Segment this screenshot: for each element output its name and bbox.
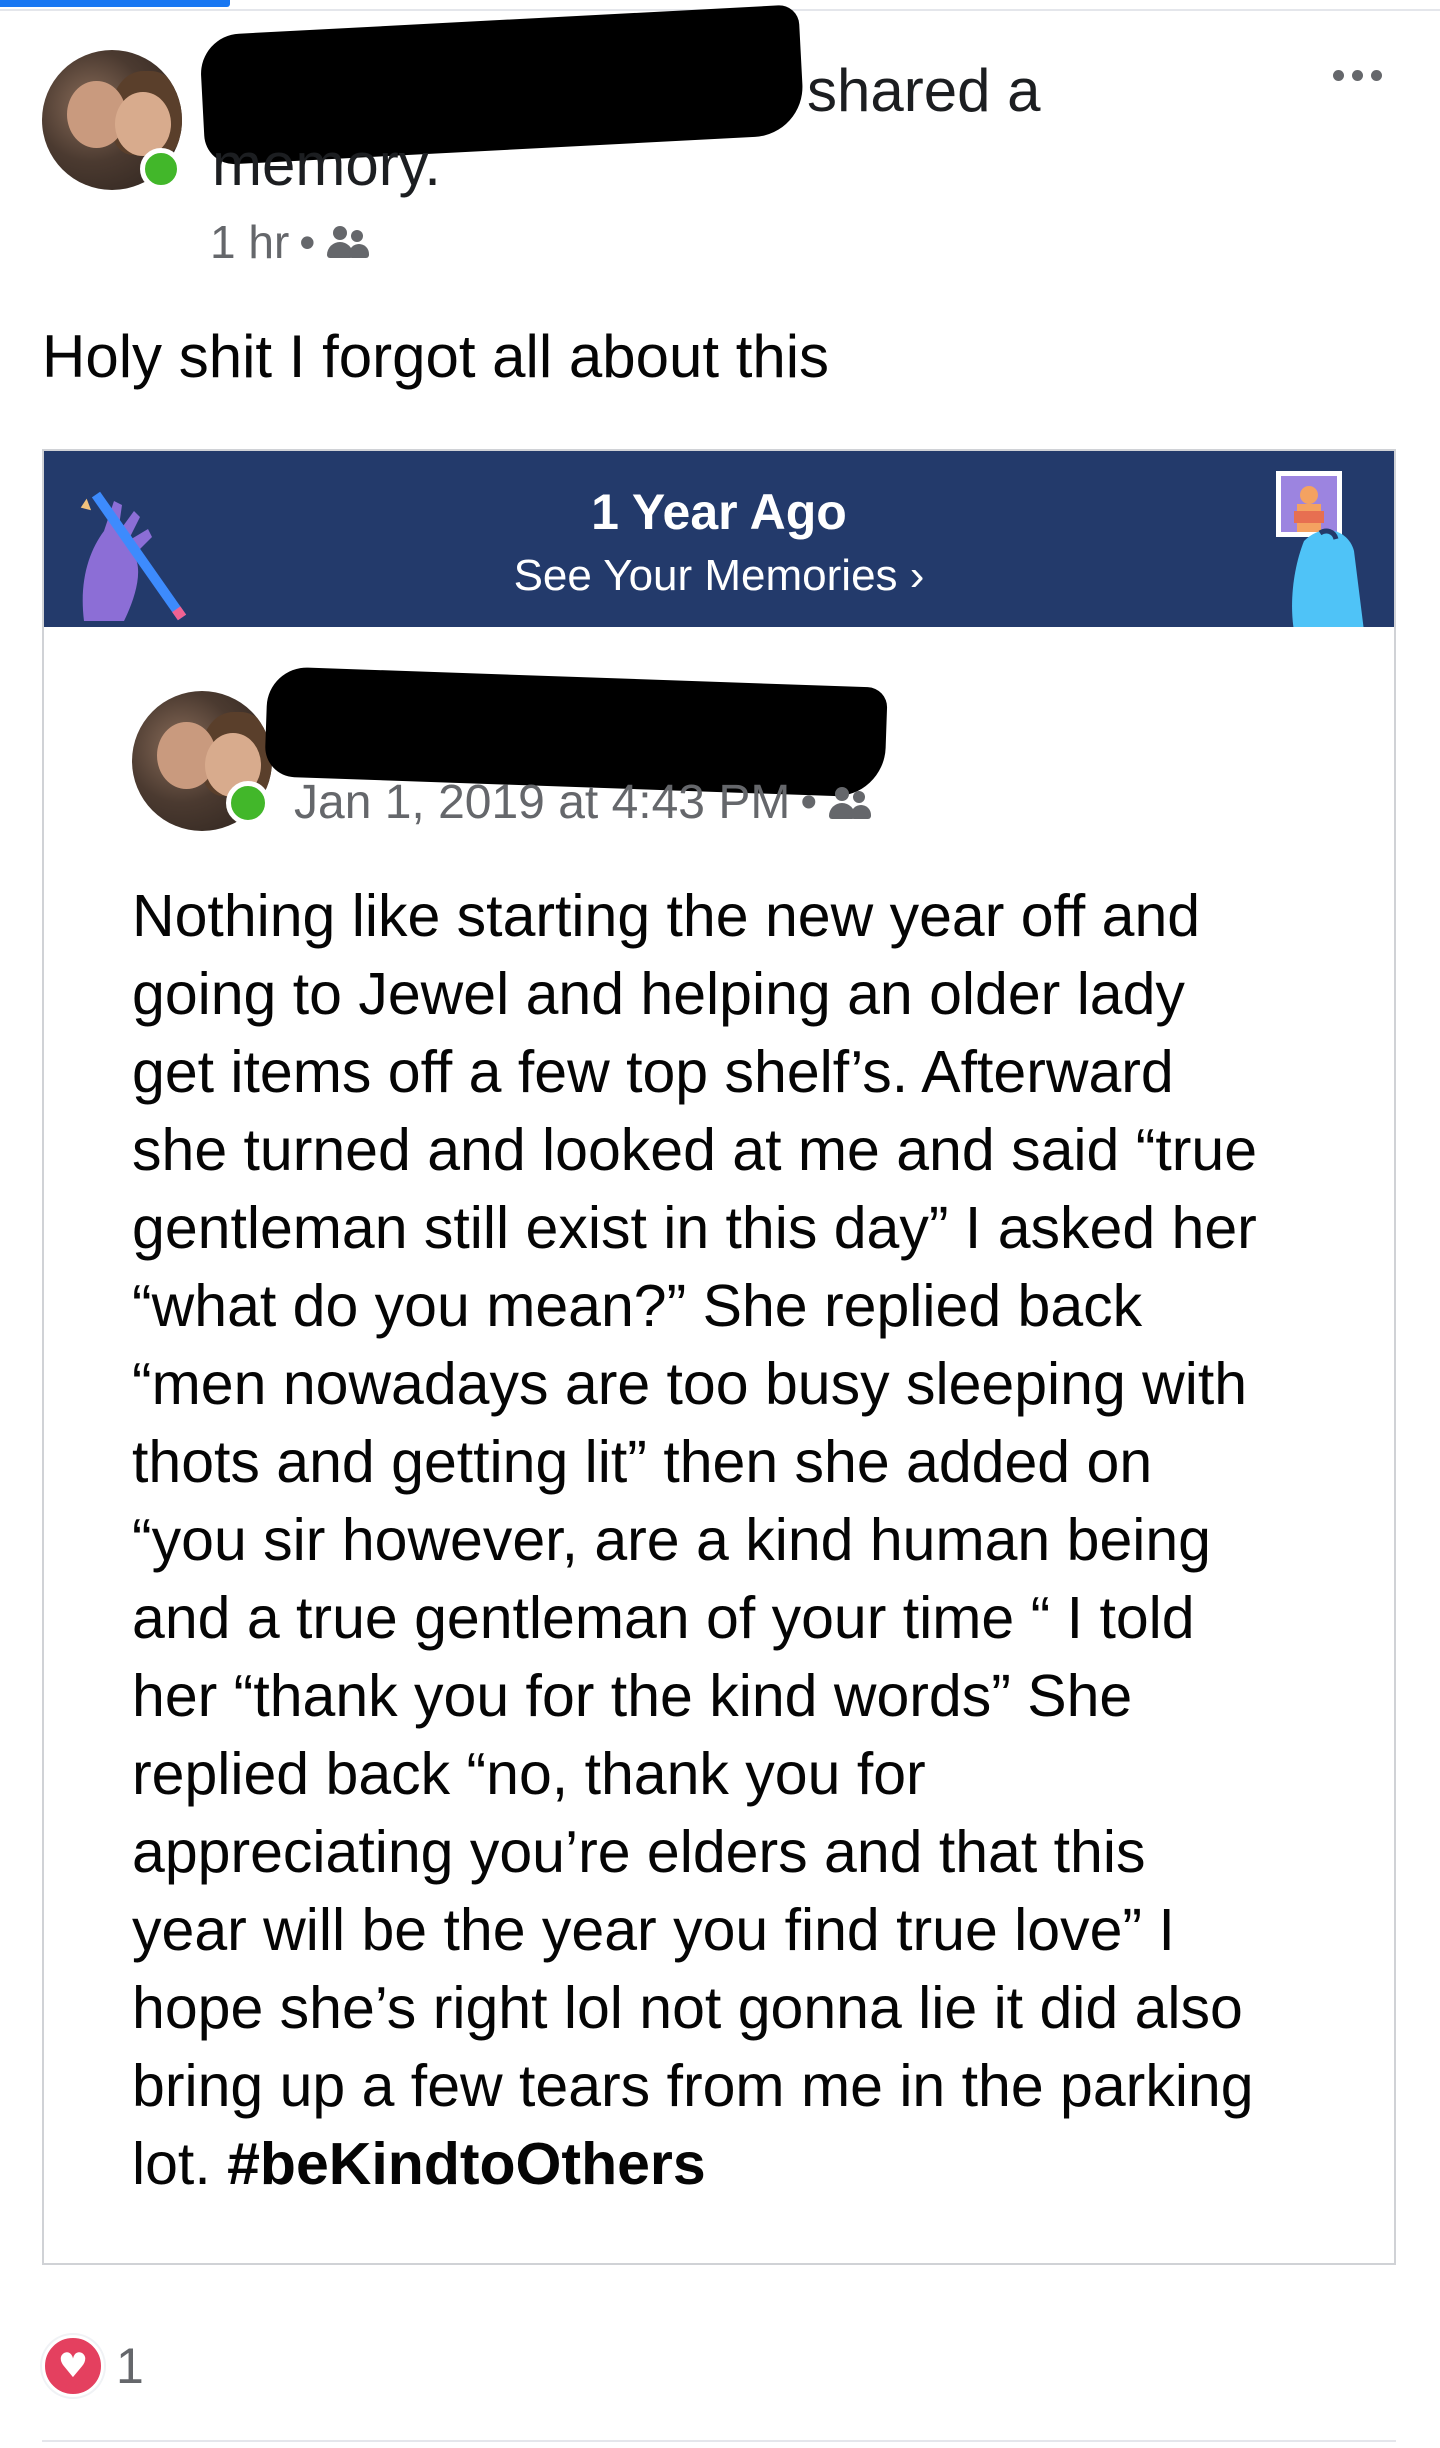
- memory-banner[interactable]: 1 Year Ago See Your Memories ›: [44, 451, 1394, 627]
- body-line: hope she’s right lol not gonna lie it di…: [132, 1975, 1243, 2041]
- body-line: “what do you mean?” She replied back: [132, 1273, 1143, 1339]
- body-last-line: lot. #beKindtoOthers: [132, 2125, 1362, 2203]
- post-header: shared a memory. 1 hr •: [42, 4, 1402, 270]
- hashtag-link[interactable]: #beKindtoOthers: [227, 2131, 706, 2197]
- online-status-indicator: [140, 148, 182, 190]
- body-line: “men nowadays are too busy sleeping with: [132, 1351, 1248, 1417]
- body-line: “you sir however, are a kind human being: [132, 1507, 1211, 1573]
- body-line: her “thank you for the kind words” She: [132, 1663, 1133, 1729]
- see-your-memories-link[interactable]: See Your Memories ›: [44, 551, 1394, 601]
- body-line-prefix: lot.: [132, 2131, 228, 2197]
- friends-audience-icon[interactable]: [325, 224, 370, 260]
- body-line: replied back “no, thank you for: [132, 1741, 926, 1807]
- memory-post-meta: Jan 1, 2019 at 4:43 PM •: [294, 775, 872, 830]
- body-line: get items off a few top shelf’s. Afterwa…: [132, 1039, 1174, 1105]
- bottom-divider: [42, 2440, 1396, 2442]
- photo-hand-illustration-icon: [1276, 471, 1364, 627]
- friends-audience-icon[interactable]: [827, 785, 872, 821]
- memory-post: Jan 1, 2019 at 4:43 PM • Nothing like st…: [44, 627, 1394, 2263]
- meta-separator: •: [299, 216, 316, 268]
- redacted-author-name: [199, 4, 805, 166]
- top-tab-indicator: [0, 0, 230, 7]
- body-line: gentleman still exist in this day” I ask…: [132, 1195, 1257, 1261]
- body-line: going to Jewel and helping an older lady: [132, 961, 1185, 1027]
- reactions-summary[interactable]: ♥ 1: [42, 2335, 144, 2397]
- body-line: bring up a few tears from me in the park…: [132, 2053, 1254, 2119]
- memory-online-status-indicator: [226, 781, 270, 825]
- reaction-count: 1: [116, 2338, 144, 2394]
- love-reaction-icon: ♥: [42, 2335, 104, 2397]
- post-caption: Holy shit I forgot all about this: [42, 323, 830, 390]
- meta-separator: •: [800, 776, 818, 829]
- post-meta: 1 hr •: [210, 215, 370, 269]
- body-line: she turned and looked at me and said “tr…: [132, 1117, 1258, 1183]
- body-line: Nothing like starting the new year off a…: [132, 883, 1201, 949]
- author-action-text: shared a: [807, 57, 1041, 124]
- body-line: year will be the year you find true love…: [132, 1897, 1175, 1963]
- memory-post-body: Nothing like starting the new year off a…: [132, 877, 1362, 2203]
- body-line: thots and getting lit” then she added on: [132, 1429, 1153, 1495]
- memory-banner-title: 1 Year Ago: [591, 484, 847, 540]
- body-line: appreciating you’re elders and that this: [132, 1819, 1146, 1885]
- memory-card[interactable]: 1 Year Ago See Your Memories › Jan 1, 20…: [42, 449, 1396, 2265]
- body-line: and a true gentleman of your time “ I to…: [132, 1585, 1195, 1651]
- more-options-icon[interactable]: [1323, 60, 1392, 91]
- post-time[interactable]: 1 hr: [210, 215, 289, 269]
- memory-post-date[interactable]: Jan 1, 2019 at 4:43 PM: [294, 775, 790, 830]
